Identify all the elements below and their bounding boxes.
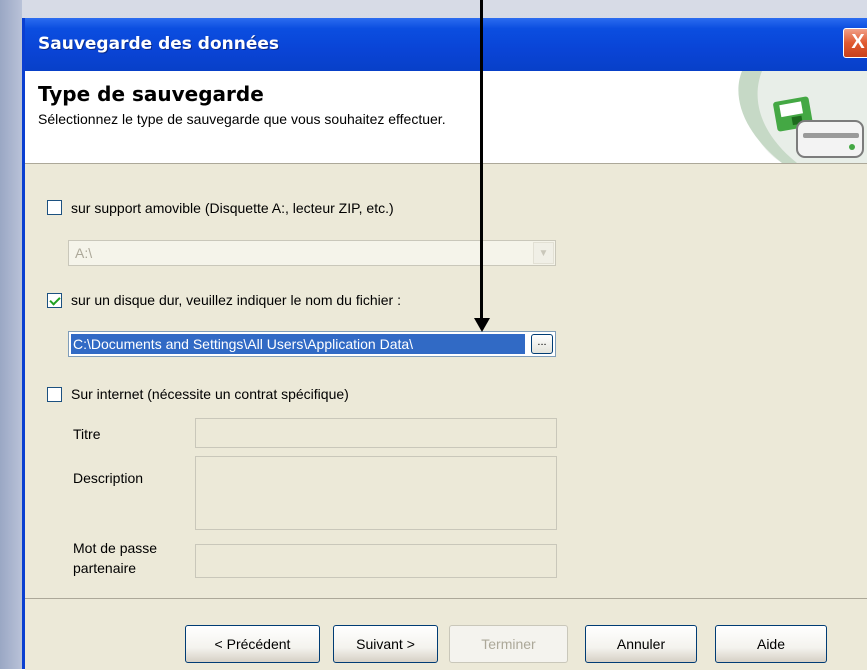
removable-label[interactable]: sur support amovible (Disquette A:, lect… xyxy=(71,200,394,216)
partner-password-field[interactable] xyxy=(195,544,557,578)
internet-label[interactable]: Sur internet (nécessite un contrat spéci… xyxy=(71,386,349,402)
cancel-button[interactable]: Annuler xyxy=(585,625,697,663)
close-button[interactable]: X xyxy=(843,28,867,58)
next-button[interactable]: Suivant > xyxy=(333,625,438,663)
window-title: Sauvegarde des données xyxy=(38,34,280,54)
step-subtitle: Sélectionnez le type de sauvegarde que v… xyxy=(38,111,446,127)
browse-button[interactable]: ... xyxy=(531,334,553,354)
file-path-input[interactable]: C:\Documents and Settings\All Users\Appl… xyxy=(68,331,556,357)
title-field[interactable] xyxy=(195,418,557,448)
wizard-footer: < Précédent Suivant > Terminer Annuler A… xyxy=(25,598,867,670)
password-label-line1: Mot de passe xyxy=(73,540,158,556)
options-panel: sur support amovible (Disquette A:, lect… xyxy=(25,164,867,598)
drive-select-value: A:\ xyxy=(75,245,93,261)
background-window-edge xyxy=(0,0,22,669)
previous-button[interactable]: < Précédent xyxy=(185,625,320,663)
file-path-value[interactable]: C:\Documents and Settings\All Users\Appl… xyxy=(71,334,525,354)
annotation-arrow-head xyxy=(474,318,490,332)
title-bar: Sauvegarde des données X xyxy=(25,18,867,71)
harddisk-checkbox[interactable] xyxy=(47,293,62,308)
step-title: Type de sauvegarde xyxy=(38,82,264,106)
description-field[interactable] xyxy=(195,456,557,530)
backup-dialog: Sauvegarde des données X Type de sauvega… xyxy=(22,18,867,670)
backup-drive-icon xyxy=(687,71,867,163)
description-label: Description xyxy=(73,470,144,486)
password-label-line2: partenaire xyxy=(73,560,137,576)
removable-checkbox[interactable] xyxy=(47,200,62,215)
harddisk-label[interactable]: sur un disque dur, veuillez indiquer le … xyxy=(71,292,401,308)
finish-button[interactable]: Terminer xyxy=(449,625,568,663)
help-button[interactable]: Aide xyxy=(715,625,827,663)
chevron-down-icon[interactable]: ▼ xyxy=(533,242,554,264)
annotation-arrow-line xyxy=(480,0,483,324)
internet-checkbox[interactable] xyxy=(47,387,62,402)
wizard-header: Type de sauvegarde Sélectionnez le type … xyxy=(25,71,867,164)
title-label: Titre xyxy=(73,426,101,442)
